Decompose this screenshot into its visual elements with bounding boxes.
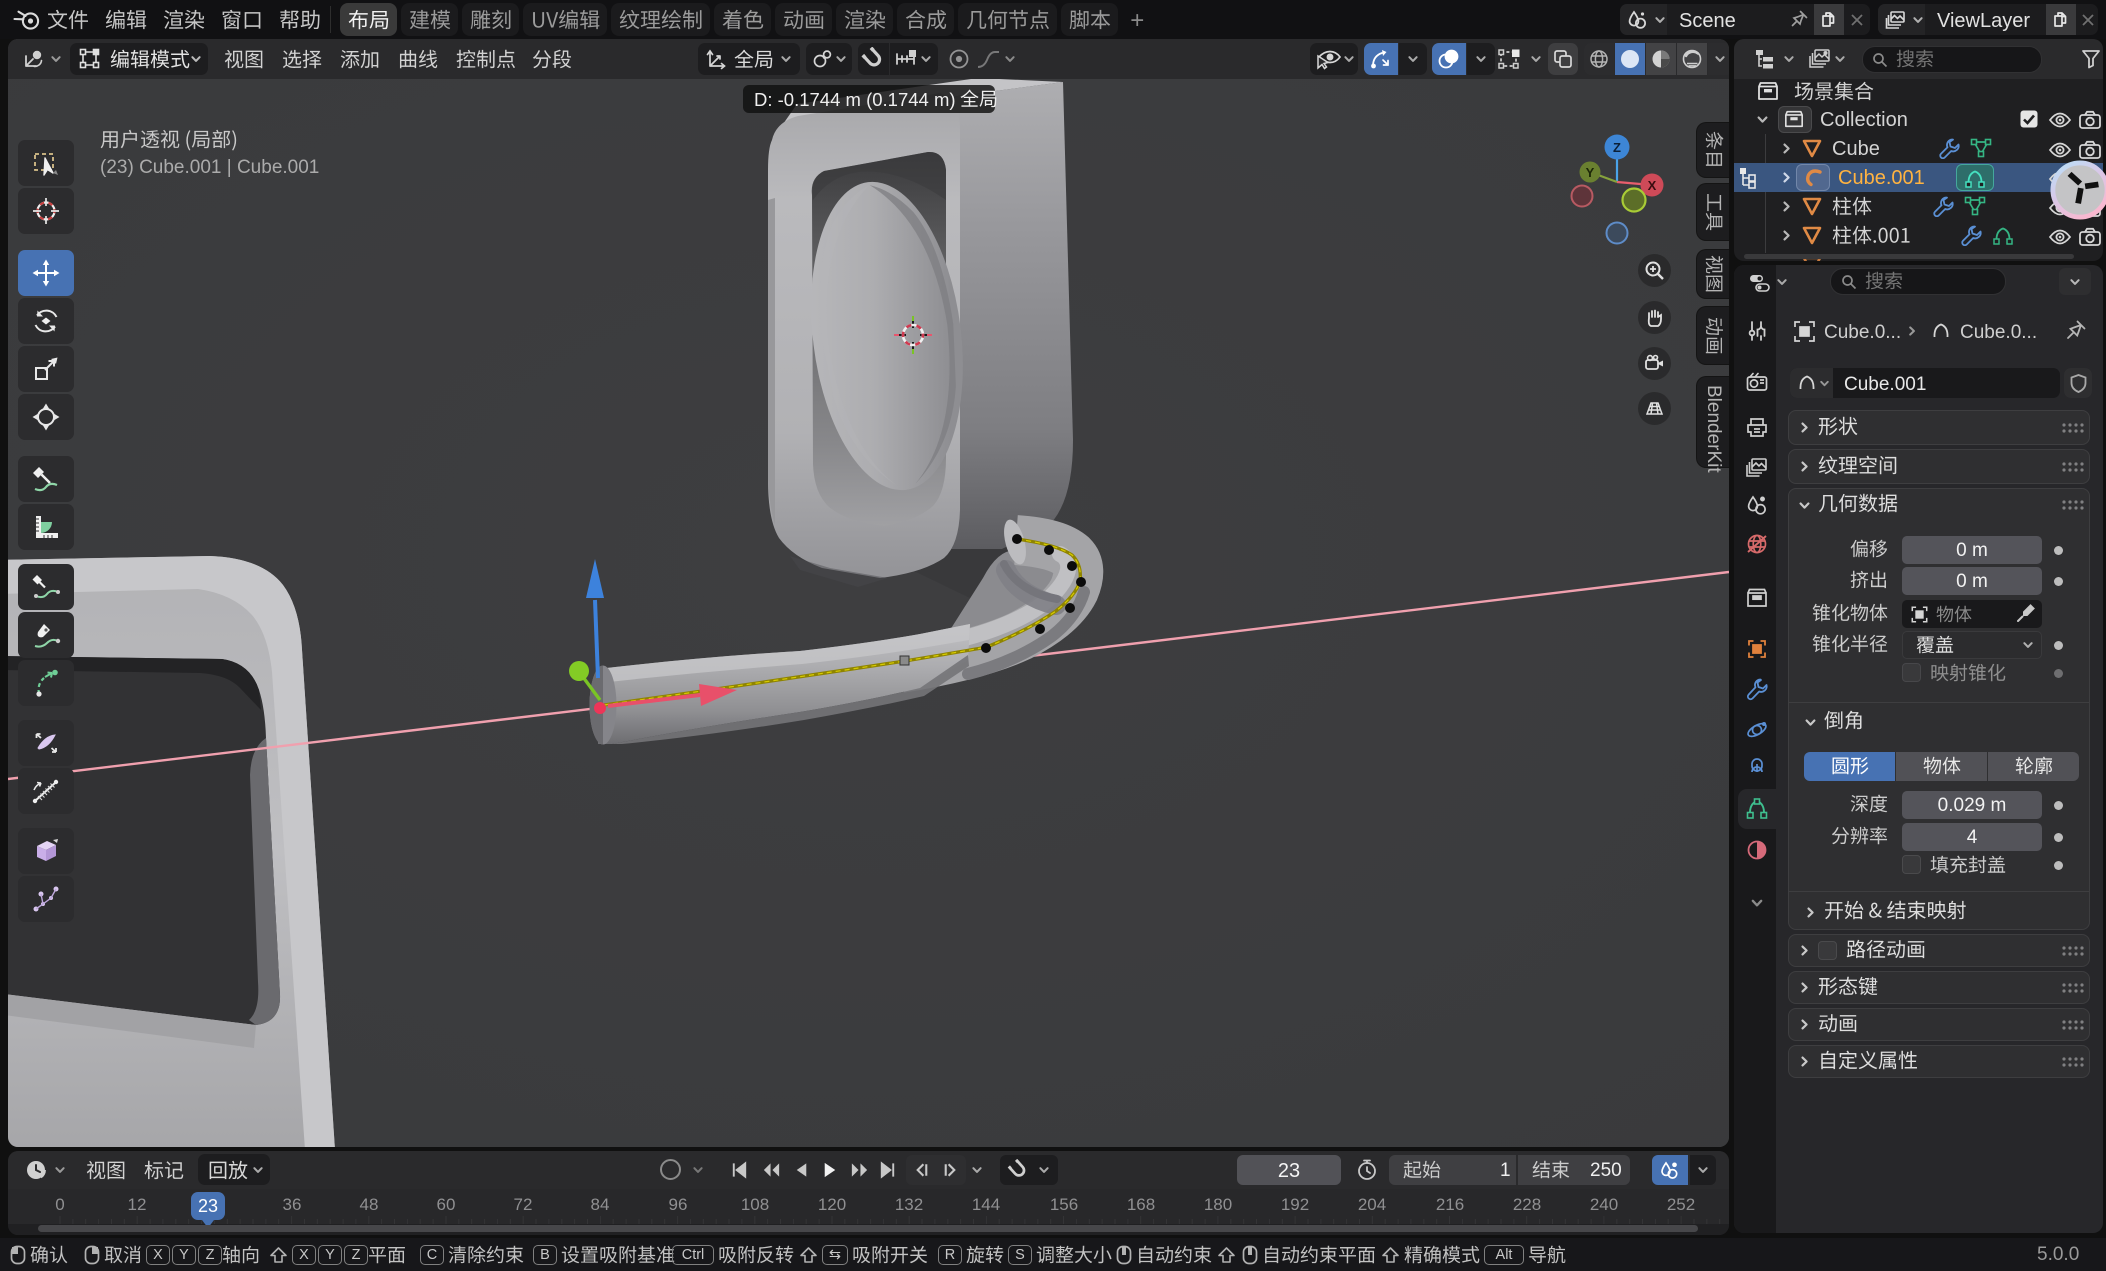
svg-text:23: 23 (198, 1196, 218, 1216)
svg-text:Y: Y (1586, 165, 1595, 180)
svg-text:X: X (1648, 178, 1657, 193)
svg-text:Z: Z (1613, 140, 1621, 155)
